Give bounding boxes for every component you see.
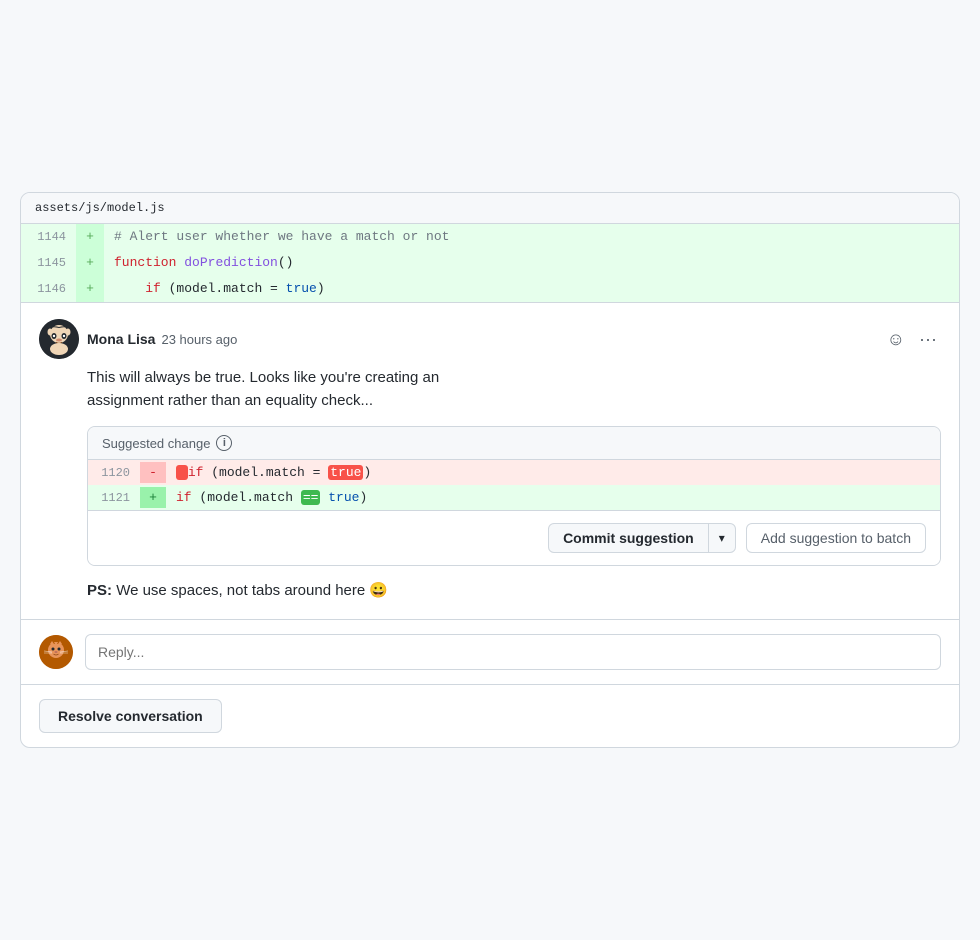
line-num-1145: 1145 bbox=[21, 251, 76, 275]
suggestion-buttons: Commit suggestion ▾ Add suggestion to ba… bbox=[88, 510, 940, 565]
suggestion-header: Suggested change i bbox=[88, 427, 940, 460]
comment-actions: ☺ ··· bbox=[883, 325, 941, 354]
s-content-added: if (model.match == true) bbox=[166, 487, 377, 508]
reply-input[interactable] bbox=[85, 634, 941, 670]
commit-suggestion-dropdown[interactable]: ▾ bbox=[709, 525, 735, 551]
emoji-button[interactable]: ☺ bbox=[883, 325, 909, 354]
commit-suggestion-button[interactable]: Commit suggestion bbox=[549, 524, 709, 552]
diff-content-1144: # Alert user whether we have a match or … bbox=[104, 224, 459, 250]
diff-gutter-1145: + bbox=[76, 250, 104, 276]
reply-avatar bbox=[39, 635, 73, 669]
diff-content-1146: if (model.match = true) bbox=[104, 276, 335, 302]
avatar bbox=[39, 319, 79, 359]
diff-row-1145: 1145 + function doPrediction() bbox=[21, 250, 959, 276]
comment-time: 23 hours ago bbox=[161, 332, 237, 347]
suggestion-box: Suggested change i 1120 - if (model.matc… bbox=[87, 426, 941, 566]
line-num-1146: 1146 bbox=[21, 277, 76, 301]
comment-body-line2: assignment rather than an equality check… bbox=[87, 392, 373, 409]
s-linenum-added: 1121 bbox=[88, 488, 140, 508]
comment-body: This will always be true. Looks like you… bbox=[87, 367, 941, 412]
suggestion-diff: 1120 - if (model.match = true) 1121 + if… bbox=[88, 460, 940, 510]
line-num-1144: 1144 bbox=[21, 225, 76, 249]
comment-body-line1: This will always be true. Looks like you… bbox=[87, 369, 439, 386]
comment-author: Mona Lisa bbox=[87, 331, 155, 347]
code-diff: 1144 + # Alert user whether we have a ma… bbox=[21, 224, 959, 302]
reply-section bbox=[21, 619, 959, 684]
suggestion-label: Suggested change bbox=[102, 436, 210, 451]
resolve-conversation-button[interactable]: Resolve conversation bbox=[39, 699, 222, 733]
ps-text: We use spaces, not tabs around here 😀 bbox=[116, 582, 388, 599]
diff-gutter-1146: + bbox=[76, 276, 104, 302]
diff-row-1146: 1146 + if (model.match = true) bbox=[21, 276, 959, 302]
comment-section: Mona Lisa 23 hours ago ☺ ··· This will a… bbox=[21, 302, 959, 619]
suggestion-row-removed: 1120 - if (model.match = true) bbox=[88, 460, 940, 485]
s-linenum-removed: 1120 bbox=[88, 463, 140, 483]
suggestion-row-added: 1121 + if (model.match == true) bbox=[88, 485, 940, 510]
add-to-batch-button[interactable]: Add suggestion to batch bbox=[746, 523, 926, 553]
file-header: assets/js/model.js bbox=[21, 193, 959, 224]
s-gutter-removed: - bbox=[140, 462, 166, 483]
more-options-button[interactable]: ··· bbox=[915, 325, 941, 354]
s-gutter-added: + bbox=[140, 487, 166, 508]
comment-author-row: Mona Lisa 23 hours ago bbox=[39, 319, 237, 359]
comment-meta: Mona Lisa 23 hours ago bbox=[87, 331, 237, 347]
ps-line: PS: We use spaces, not tabs around here … bbox=[87, 580, 941, 603]
diff-content-1145: function doPrediction() bbox=[104, 250, 303, 276]
diff-gutter-1144: + bbox=[76, 224, 104, 250]
info-icon: i bbox=[216, 435, 232, 451]
commit-suggestion-button-group: Commit suggestion ▾ bbox=[548, 523, 736, 553]
file-path: assets/js/model.js bbox=[35, 201, 165, 215]
resolve-section: Resolve conversation bbox=[21, 684, 959, 747]
s-content-removed: if (model.match = true) bbox=[166, 462, 381, 483]
ps-label: PS: bbox=[87, 582, 112, 599]
main-card: assets/js/model.js 1144 + # Alert user w… bbox=[20, 192, 960, 748]
diff-row-1144: 1144 + # Alert user whether we have a ma… bbox=[21, 224, 959, 250]
comment-header: Mona Lisa 23 hours ago ☺ ··· bbox=[39, 319, 941, 359]
